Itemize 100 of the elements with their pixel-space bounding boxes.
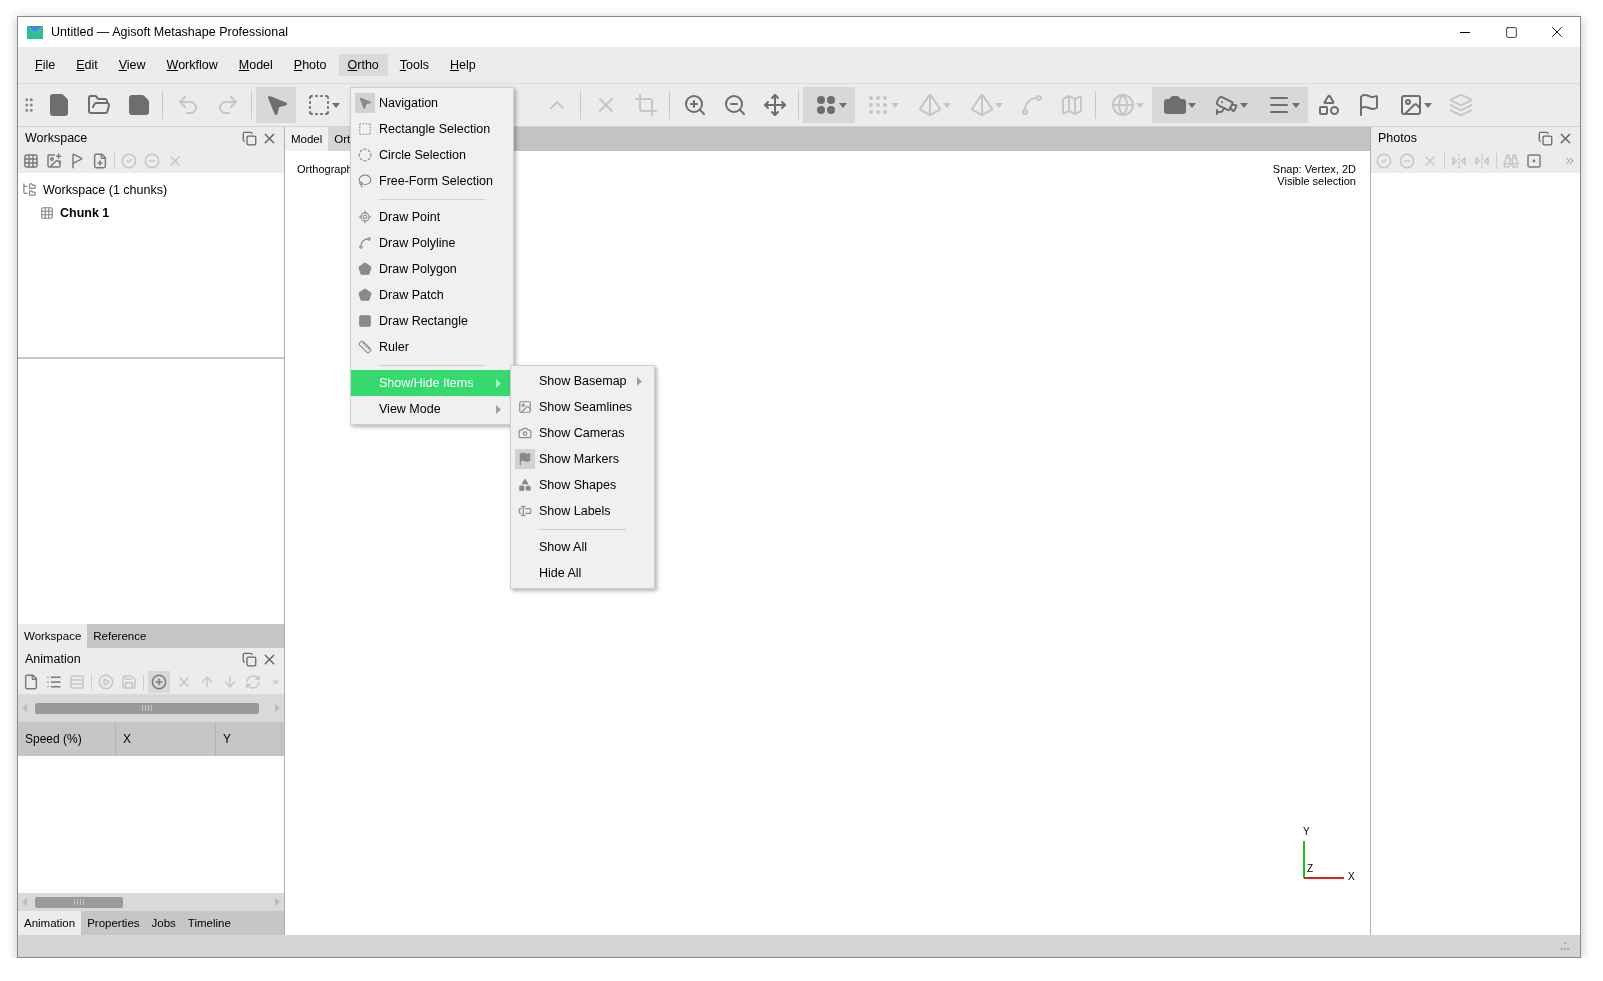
shapes-icon [518, 478, 532, 492]
maximize-icon [1504, 25, 1518, 39]
folder-icon [87, 93, 111, 117]
menu-item[interactable]: Draw Polyline [351, 230, 513, 256]
cross-icon [1422, 153, 1438, 169]
float-icon [242, 130, 257, 146]
resize-grip-icon [1560, 941, 1570, 951]
menu-bar-item[interactable]: Ortho [338, 54, 388, 76]
grid-button[interactable] [22, 152, 40, 170]
float-button[interactable] [1536, 130, 1555, 146]
menu-bar-item[interactable]: Help [441, 54, 485, 76]
lines-button[interactable] [1256, 87, 1308, 123]
menu-item[interactable]: Show Shapes [511, 472, 654, 498]
caret-icon [838, 102, 847, 108]
menu-item[interactable]: Show Basemap [511, 368, 654, 394]
scroll-left-icon[interactable] [22, 704, 27, 712]
menu-item[interactable]: Draw Point [351, 204, 513, 230]
caret-icon [1239, 102, 1248, 108]
dots-button[interactable] [803, 87, 855, 123]
scrollbar-thumb[interactable] [35, 702, 259, 714]
lasso-icon [358, 174, 372, 188]
square-dot-button[interactable] [1525, 152, 1543, 170]
curve-icon [1020, 93, 1044, 117]
menu-item[interactable]: Draw Patch [351, 282, 513, 308]
menu-bar-item[interactable]: Model [229, 54, 282, 76]
snap-info: Snap: Vertex, 2D [1272, 163, 1356, 175]
menu-item[interactable]: Ruler [351, 334, 513, 360]
file-icon [23, 674, 39, 690]
file-plus-button[interactable] [91, 152, 109, 170]
caret-icon [890, 102, 899, 108]
globe-icon [1110, 93, 1135, 117]
plus-circle-button[interactable] [148, 671, 171, 693]
minus-circle-icon [144, 153, 160, 169]
scroll-right-icon[interactable] [275, 704, 280, 712]
image-plus-button[interactable] [45, 152, 63, 170]
flip-icon [1451, 153, 1467, 169]
scroll-right-icon[interactable] [275, 898, 280, 906]
axes-drawing [1303, 841, 1344, 879]
cross-icon [167, 153, 183, 169]
menu-item[interactable]: Show Markers [511, 446, 654, 472]
menu-bar-item[interactable]: View [109, 54, 155, 76]
more-icon[interactable] [1564, 155, 1576, 167]
tab[interactable]: Properties [81, 911, 146, 935]
submenu-arrow-icon [496, 405, 501, 414]
rectangle-icon [358, 314, 372, 328]
horizontal-scrollbar[interactable] [18, 893, 284, 911]
menu-bar-item[interactable]: Workflow [157, 54, 227, 76]
menu-item[interactable]: Hide All [511, 560, 654, 586]
scrollbar-thumb[interactable] [35, 896, 123, 908]
caret-icon [1423, 102, 1432, 108]
tab[interactable]: Model [285, 127, 329, 151]
pyramid-icon [969, 93, 994, 117]
float-button[interactable] [240, 651, 259, 667]
tab[interactable]: Timeline [181, 911, 237, 935]
menu-item[interactable]: Draw Polygon [351, 256, 513, 282]
pointer-icon [265, 93, 289, 117]
menu-item[interactable]: Draw Rectangle [351, 308, 513, 334]
polyline-icon [358, 236, 372, 250]
menu-item[interactable]: Show Seamlines [511, 394, 654, 420]
tree-icon [22, 182, 37, 197]
menu-bar-item[interactable]: File [26, 54, 65, 76]
surveillance-camera-icon [1214, 93, 1239, 117]
file-icon [47, 93, 71, 117]
menu-item[interactable]: Free-Form Selection [351, 168, 513, 194]
menu-bar-item[interactable]: Edit [67, 54, 107, 76]
window-title: Untitled — Agisoft Metashape Professional [51, 25, 288, 39]
tree-item[interactable]: Chunk 1 [60, 205, 110, 220]
pointer-button[interactable] [256, 87, 296, 123]
plus-circle-icon [151, 674, 168, 690]
check-circle-icon [121, 153, 137, 169]
ruler-icon [358, 340, 372, 354]
menu-bar-item[interactable]: Photo [284, 54, 336, 76]
flag-icon [1357, 93, 1381, 117]
caret-icon [1187, 102, 1196, 108]
projection-label: Orthograph [297, 163, 353, 177]
scroll-left-icon[interactable] [22, 898, 27, 906]
text-cursor-icon [518, 504, 532, 518]
tab[interactable]: Workspace [18, 624, 88, 648]
tab[interactable]: Jobs [145, 911, 182, 935]
refresh-icon [245, 674, 262, 690]
dashed-rectangle-icon [306, 93, 331, 117]
dashed-rectangle-icon [358, 122, 372, 136]
horizontal-scrollbar[interactable] [18, 694, 284, 722]
menu-bar-item[interactable]: Tools [390, 54, 438, 76]
submenu-arrow-icon [496, 379, 501, 388]
play-icon [97, 674, 114, 690]
menu-item[interactable]: Navigation [351, 90, 513, 116]
float-button[interactable] [240, 130, 259, 146]
menu-item[interactable]: Show Labels [511, 498, 654, 524]
menu-item[interactable]: Show All [511, 534, 654, 560]
menu-item[interactable]: Show Cameras [511, 420, 654, 446]
tab[interactable]: Reference [87, 624, 153, 648]
submenu-arrow-icon [637, 377, 642, 386]
menu-item[interactable]: View Mode [351, 396, 513, 422]
caret-icon [942, 102, 951, 108]
tab[interactable]: Animation [18, 911, 82, 935]
tree-item[interactable]: Workspace (1 chunks) [43, 182, 168, 197]
binoculars-icon [1503, 153, 1519, 169]
undo-icon [176, 93, 200, 117]
file-button[interactable] [22, 673, 40, 691]
